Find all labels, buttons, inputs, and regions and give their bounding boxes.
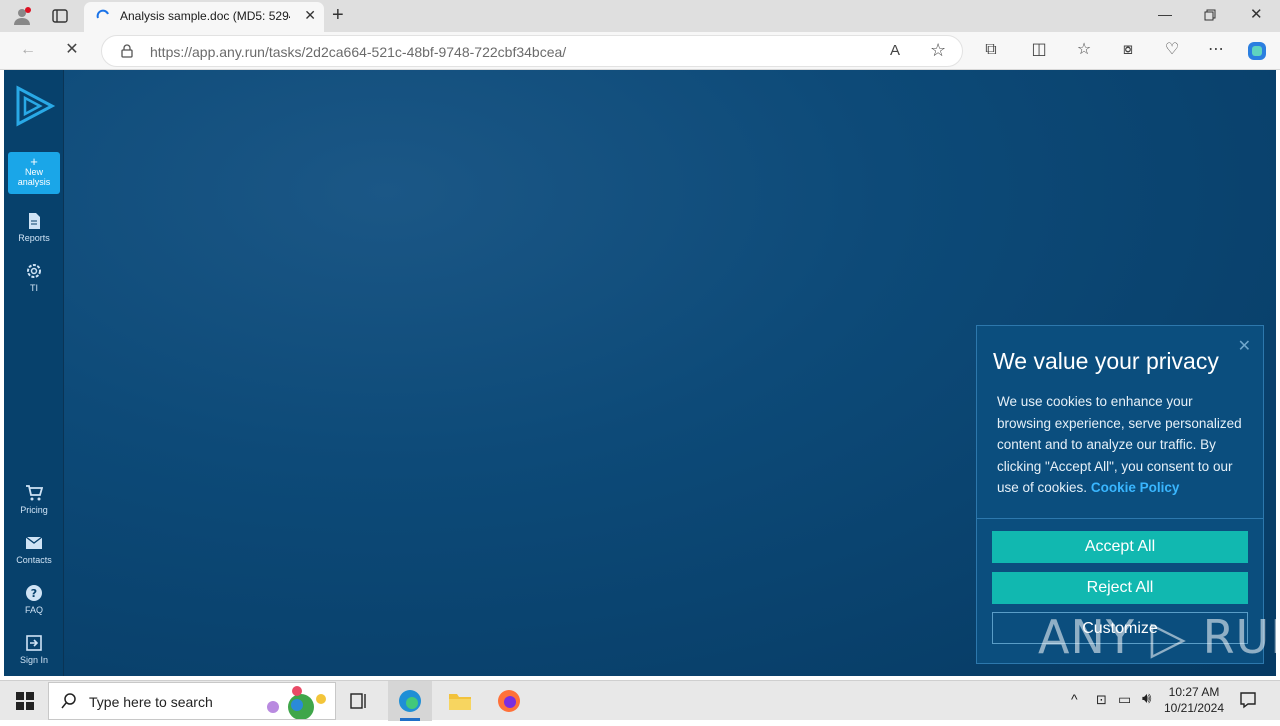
privacy-title: We value your privacy xyxy=(993,348,1219,374)
favorites-icon[interactable]: ☆ xyxy=(1074,40,1094,60)
volume-icon[interactable]: 🔊︎ xyxy=(1142,690,1151,707)
anyrun-watermark: ANY ▷ RUN xyxy=(1038,610,1280,664)
plus-icon: + xyxy=(30,154,38,169)
privacy-divider xyxy=(977,518,1263,519)
search-icon xyxy=(61,693,77,709)
notifications-icon[interactable] xyxy=(1239,691,1257,709)
address-bar[interactable]: https://app.any.run/tasks/2d2ca664-521c-… xyxy=(101,35,963,67)
new-analysis-label-1: New xyxy=(24,167,43,177)
show-hidden-icons-icon[interactable]: ^ xyxy=(1071,691,1078,707)
close-icon[interactable]: ✕ xyxy=(1238,336,1251,356)
restore-icon[interactable] xyxy=(1204,8,1216,21)
task-view-icon[interactable] xyxy=(350,692,368,710)
split-screen-icon[interactable]: ◫ xyxy=(1029,40,1049,60)
tab-actions-icon[interactable] xyxy=(52,8,68,24)
meet-now-icon[interactable]: ⊡ xyxy=(1096,692,1107,708)
search-highlight-icon xyxy=(263,685,333,720)
windows-start-icon[interactable] xyxy=(16,692,34,710)
file-explorer-icon[interactable] xyxy=(448,690,472,712)
reject-all-button[interactable]: Reject All xyxy=(992,572,1248,604)
page-content: + New analysis Reports TI Pricing Contac… xyxy=(4,70,1276,676)
sidebar-item-faq[interactable]: ? FAQ xyxy=(4,584,64,615)
browser-toolbar: ← ✕ https://app.any.run/tasks/2d2ca664-5… xyxy=(0,32,1280,70)
new-tab-icon[interactable]: + xyxy=(332,4,344,27)
url-path: /tasks/2d2ca664-521c-48bf-9748-722cbf34b… xyxy=(264,44,567,60)
sidebar: + New analysis Reports TI Pricing Contac… xyxy=(4,70,64,676)
anyrun-logo-icon[interactable] xyxy=(14,84,56,128)
sidebar-label-pricing: Pricing xyxy=(20,505,48,515)
privacy-body: We use cookies to enhance your browsing … xyxy=(997,391,1247,499)
more-options-icon[interactable]: ⋯ xyxy=(1206,40,1226,60)
clock[interactable]: 10:27 AM 10/21/2024 xyxy=(1158,684,1230,716)
sidebar-item-signin[interactable]: Sign In xyxy=(4,634,64,665)
network-icon[interactable]: ▭ xyxy=(1118,691,1131,708)
browser-tab-strip: Analysis sample.doc (MD5: 5294 ✕ + — ✕ xyxy=(0,0,1280,32)
sidebar-label-contacts: Contacts xyxy=(16,555,52,565)
edge-taskbar-icon[interactable] xyxy=(388,681,432,721)
new-analysis-button[interactable]: + New analysis xyxy=(8,152,60,194)
tab-title: Analysis sample.doc (MD5: 5294 xyxy=(120,9,290,23)
cookie-policy-link[interactable]: Cookie Policy xyxy=(1091,480,1180,495)
close-window-icon[interactable]: ✕ xyxy=(1250,5,1263,23)
sidebar-label-faq: FAQ xyxy=(24,605,43,615)
new-analysis-label-2: analysis xyxy=(17,177,51,187)
taskbar-search[interactable]: Type here to search xyxy=(48,682,336,720)
sidebar-label-signin: Sign In xyxy=(19,655,49,665)
firefox-icon[interactable] xyxy=(497,689,521,713)
sidebar-label-reports: Reports xyxy=(18,233,50,243)
browser-tab[interactable]: Analysis sample.doc (MD5: 5294 ✕ xyxy=(84,2,324,32)
accept-all-button[interactable]: Accept All xyxy=(992,531,1248,563)
favorite-star-icon[interactable]: ☆ xyxy=(930,40,946,61)
clock-time: 10:27 AM xyxy=(1168,685,1220,699)
help-icon: ? xyxy=(26,585,42,601)
document-icon xyxy=(29,213,40,229)
profile-icon[interactable] xyxy=(12,6,32,26)
close-tab-icon[interactable]: ✕ xyxy=(304,7,316,24)
sidebar-item-reports[interactable]: Reports xyxy=(4,212,64,243)
url-text[interactable]: https://app.any.run/tasks/2d2ca664-521c-… xyxy=(150,44,566,60)
stop-loading-icon[interactable]: ✕ xyxy=(62,40,82,60)
url-host: https://app.any.run xyxy=(150,44,265,60)
read-aloud-icon[interactable]: A xyxy=(890,42,900,59)
back-icon[interactable]: ← xyxy=(18,40,38,60)
clock-date: 10/21/2024 xyxy=(1163,701,1225,715)
mail-icon xyxy=(25,536,43,549)
search-placeholder: Type here to search xyxy=(89,694,213,710)
gear-icon xyxy=(27,264,41,278)
svg-text:?: ? xyxy=(31,587,37,600)
sidebar-item-pricing[interactable]: Pricing xyxy=(4,484,64,515)
browser-essentials-icon[interactable]: ♡ xyxy=(1162,40,1182,60)
loading-spinner-icon xyxy=(96,9,110,23)
cart-icon xyxy=(26,485,43,501)
sign-in-icon xyxy=(26,635,42,651)
extensions-icon[interactable]: ⧉ xyxy=(981,40,1001,60)
collections-icon[interactable]: ⧇ xyxy=(1118,40,1138,60)
taskbar: Type here to search ^ ⊡ ▭ 🔊︎ 10:27 AM 10… xyxy=(0,680,1280,721)
sidebar-item-ti[interactable]: TI xyxy=(4,262,64,293)
copilot-icon[interactable] xyxy=(1246,40,1268,62)
sidebar-label-ti: TI xyxy=(30,283,38,293)
lock-icon[interactable] xyxy=(120,44,134,58)
minimize-icon[interactable]: — xyxy=(1158,6,1172,22)
sidebar-item-contacts[interactable]: Contacts xyxy=(4,534,64,565)
